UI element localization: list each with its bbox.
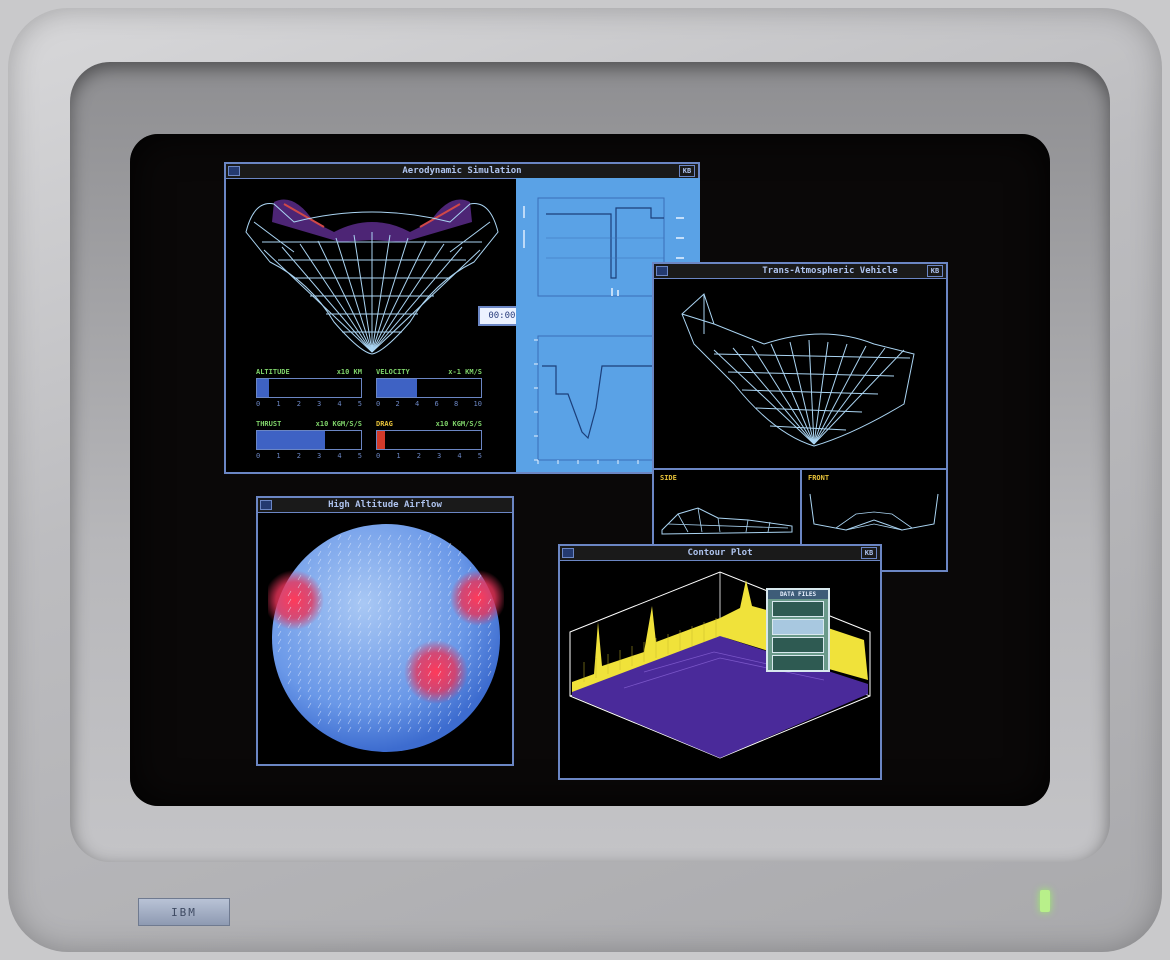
gauge-tick-label: 1 [276,400,281,408]
gauge-tick-label: 3 [317,400,322,408]
gauge-label: ALTITUDE [256,368,290,376]
gauge-fill [377,379,417,397]
front-view-wireframe [809,493,939,531]
window-titlebar[interactable]: Contour Plot KB [560,546,880,561]
popup-items [768,601,828,671]
gauge-tick-label: 2 [296,400,301,408]
contour-surface-plot [569,571,871,759]
vehicle-wireframe-iso [681,293,915,447]
gauge-bar [256,378,362,398]
gauge-tick-label: 4 [415,400,420,408]
window-titlebar[interactable]: High Altitude Airflow [258,498,512,513]
gauge-unit: x10 KM [336,368,362,376]
monitor-screen: Aerodynamic Simulation KB 00:00:21 ALTIT… [130,134,1050,806]
contour-plot-window[interactable]: Contour Plot KB DATA FILES [558,544,882,780]
power-indicator-light [1040,890,1050,912]
gauge-tick-label: 0 [376,452,381,460]
aerodynamic-simulation-window[interactable]: Aerodynamic Simulation KB 00:00:21 ALTIT… [224,162,700,474]
keyboard-focus-box[interactable]: KB [927,265,943,277]
gauge-unit: x10 KGM/S/S [435,420,482,428]
gauge-tick-label: 3 [437,452,442,460]
gauge-unit: x10 KGM/S/S [315,420,362,428]
gauge-ticks: 0 1 2 3 4 5 [256,452,362,460]
window-titlebar[interactable]: Trans-Atmospheric Vehicle KB [654,264,946,279]
gauge-panel: ALTITUDE x10 KM 0 1 2 3 4 5 VELOCITY x-1 KM/S 0 2 4 6… [256,368,486,468]
gauge-label: THRUST [256,420,282,428]
gauge-unit: x-1 KM/S [448,368,482,376]
gauge-drag: DRAG x10 KGM/S/S 0 1 2 3 4 5 [376,420,482,468]
gauge-fill [257,379,270,397]
data-files-popup[interactable]: DATA FILES [766,588,830,672]
popup-menu-item[interactable] [772,655,824,671]
gauge-tick-label: 4 [337,400,342,408]
gauge-label: DRAG [376,420,393,428]
popup-menu-item[interactable] [772,601,824,617]
gauge-ticks: 0 2 4 6 8 10 [376,400,482,408]
gauge-ticks: 0 1 2 3 4 5 [376,452,482,460]
side-view-wireframe [661,507,793,535]
keyboard-focus-box[interactable]: KB [861,547,877,559]
gauge-tick-label: 4 [457,452,462,460]
window-menu-box[interactable] [260,500,272,510]
gauge-bar [376,378,482,398]
gauge-fill [377,431,386,449]
airflow-sphere [268,524,504,752]
gauge-tick-label: 2 [416,452,421,460]
window-menu-box[interactable] [562,548,574,558]
gauge-tick-label: 5 [357,400,362,408]
gauge-bar [256,430,362,450]
trans-atmospheric-vehicle-window[interactable]: Trans-Atmospheric Vehicle KB SIDE FRONT [652,262,948,572]
window-titlebar[interactable]: Aerodynamic Simulation KB [226,164,698,179]
gauge-tick-label: 5 [477,452,482,460]
gauge-tick-label: 0 [256,400,261,408]
window-menu-box[interactable] [228,166,240,176]
gauge-tick-label: 0 [256,452,261,460]
gauge-label: VELOCITY [376,368,410,376]
popup-menu-item[interactable] [772,619,824,635]
gauge-tick-label: 10 [473,400,482,408]
gauge-thrust: THRUST x10 KGM/S/S 0 1 2 3 4 5 [256,420,362,468]
window-menu-box[interactable] [656,266,668,276]
monitor-badge: IBM [138,898,230,926]
gauge-ticks: 0 1 2 3 4 5 [256,400,362,408]
window-title: Aerodynamic Simulation [402,166,522,176]
front-view-label: FRONT [808,474,830,482]
gauge-tick-label: 5 [357,452,362,460]
gauge-tick-label: 4 [337,452,342,460]
window-title: Contour Plot [687,548,753,558]
keyboard-focus-box[interactable]: KB [679,165,695,177]
gauge-fill [257,431,325,449]
side-view-label: SIDE [660,474,677,482]
gauge-tick-label: 3 [317,452,322,460]
high-altitude-airflow-window[interactable]: High Altitude Airflow [256,496,514,766]
gauge-tick-label: 1 [276,452,281,460]
gauge-tick-label: 2 [395,400,400,408]
gauge-tick-label: 2 [296,452,301,460]
gauge-tick-label: 8 [454,400,459,408]
gauge-tick-label: 0 [376,400,381,408]
vehicle-wireframe-top [245,199,499,355]
window-title: Trans-Atmospheric Vehicle [762,266,898,276]
popup-title: DATA FILES [768,590,828,599]
gauge-tick-label: 6 [434,400,439,408]
gauge-velocity: VELOCITY x-1 KM/S 0 2 4 6 8 10 [376,368,482,416]
window-title: High Altitude Airflow [328,500,442,510]
gauge-bar [376,430,482,450]
popup-menu-item[interactable] [772,637,824,653]
gauge-altitude: ALTITUDE x10 KM 0 1 2 3 4 5 [256,368,362,416]
gauge-tick-label: 1 [396,452,401,460]
